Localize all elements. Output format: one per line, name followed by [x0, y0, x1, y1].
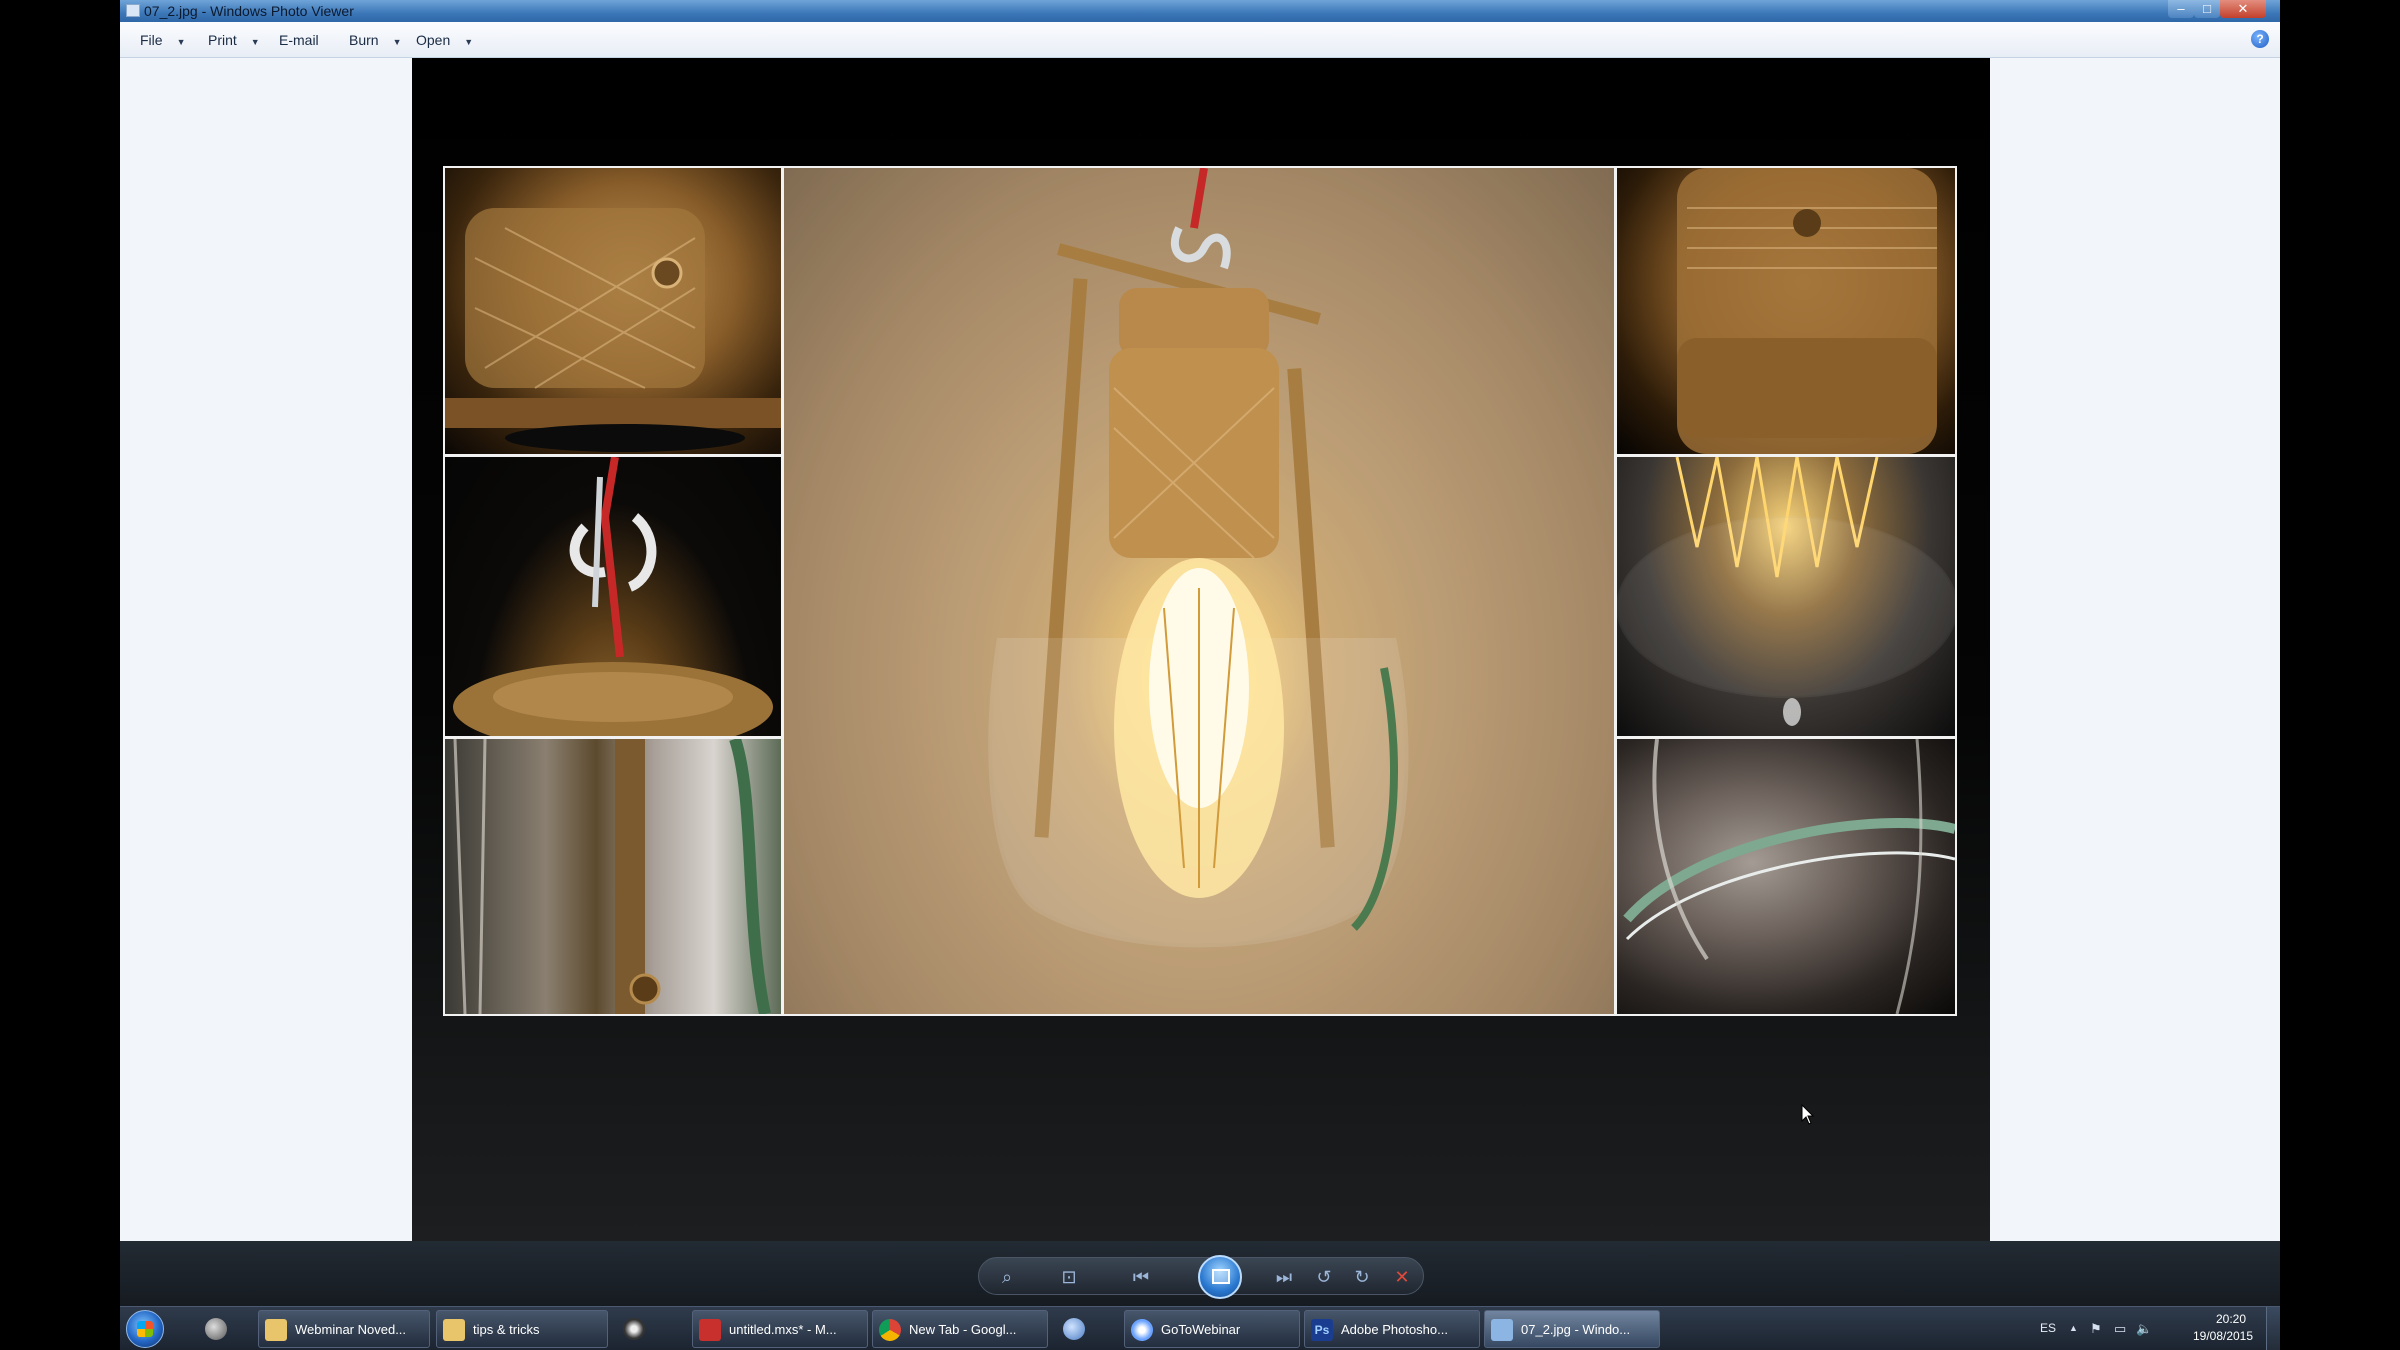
slideshow-icon	[1212, 1269, 1230, 1284]
minimize-button[interactable]: –	[2168, 0, 2194, 18]
language-indicator[interactable]: ES	[2040, 1321, 2056, 1335]
next-icon[interactable]: ⏭	[1272, 1265, 1296, 1289]
photo-viewer-window: 07_2.jpg - Windows Photo Viewer – □ ✕ Fi…	[120, 0, 2280, 1350]
photo-viewer-icon	[1491, 1319, 1513, 1341]
menu-open[interactable]: Open ▼	[416, 32, 473, 48]
taskbar-item-label: New Tab - Googl...	[909, 1322, 1017, 1337]
cable-hook-illustration	[453, 457, 773, 736]
window-title: 07_2.jpg - Windows Photo Viewer	[144, 3, 354, 19]
taskbar-pinned-app-2[interactable]	[612, 1310, 656, 1348]
taskbar-pinned-app[interactable]	[194, 1310, 238, 1348]
collage-main-pendant-lamp	[784, 168, 1614, 1014]
collage-tile-socket-top	[1617, 168, 1955, 454]
play-slideshow-button[interactable]	[1198, 1255, 1242, 1299]
chevron-down-icon: ▼	[392, 37, 402, 47]
chevron-down-icon: ▼	[464, 37, 474, 47]
menu-bar: File ▼ Print ▼ E-mail Burn ▼ Open ▼ ?	[120, 22, 2280, 58]
collage-tile-filament	[1617, 457, 1955, 736]
taskbar-item-webminar[interactable]: Webminar Noved...	[258, 1310, 430, 1348]
pinned-app-icon	[623, 1318, 645, 1340]
lamp-render-collage	[443, 166, 1957, 1016]
taskbar-item-gotowebinar[interactable]: GoToWebinar	[1124, 1310, 1300, 1348]
volume-icon[interactable]: 🔈	[2136, 1321, 2152, 1337]
photo-viewer-toolbar: ⌕ ⊡ ⏮ ⏭ ↺ ↻ ✕	[120, 1241, 2280, 1306]
collage-tile-cable-hook	[445, 457, 781, 736]
chevron-down-icon: ▼	[176, 37, 186, 47]
action-center-flag-icon[interactable]: ⚑	[2090, 1321, 2102, 1337]
menu-print-label: Print	[208, 32, 237, 48]
previous-icon[interactable]: ⏮	[1129, 1265, 1153, 1289]
actual-size-icon[interactable]: ⊡	[1057, 1265, 1081, 1289]
folder-icon	[265, 1319, 287, 1341]
3dsmax-icon	[699, 1319, 721, 1341]
pinned-app-icon	[205, 1318, 227, 1340]
taskbar-item-tips[interactable]: tips & tricks	[436, 1310, 608, 1348]
taskbar-item-photo-viewer[interactable]: 07_2.jpg - Windo...	[1484, 1310, 1660, 1348]
desktop-screen: 07_2.jpg - Windows Photo Viewer – □ ✕ Fi…	[0, 0, 2400, 1350]
chevron-down-icon: ▼	[250, 37, 260, 47]
taskbar-item-label: tips & tricks	[473, 1322, 540, 1337]
taskbar-item-label: GoToWebinar	[1161, 1322, 1241, 1337]
taskbar: Webminar Noved... tips & tricks untitled…	[120, 1306, 2280, 1350]
gotowebinar-icon	[1131, 1319, 1153, 1341]
collage-tile-glass-shade-detail	[445, 739, 781, 1014]
taskbar-item-label: Webminar Noved...	[295, 1322, 407, 1337]
title-bar[interactable]: 07_2.jpg - Windows Photo Viewer – □ ✕	[120, 0, 2280, 22]
glass-shade-detail-illustration	[453, 739, 771, 1014]
folder-icon	[443, 1319, 465, 1341]
menu-print[interactable]: Print ▼	[208, 32, 260, 48]
menu-file[interactable]: File ▼	[140, 32, 185, 48]
taskbar-item-label: untitled.mxs* - M...	[729, 1322, 837, 1337]
taskbar-item-label: Adobe Photosho...	[1341, 1322, 1448, 1337]
taskbar-item-photoshop[interactable]: Ps Adobe Photosho...	[1304, 1310, 1480, 1348]
network-icon[interactable]: ▭	[2114, 1321, 2126, 1337]
filament-illustration	[1617, 457, 1955, 726]
taskbar-item-chrome[interactable]: New Tab - Googl...	[872, 1310, 1048, 1348]
show-desktop-button[interactable]	[2266, 1307, 2280, 1350]
clock-date[interactable]: 19/08/2015	[2188, 1329, 2258, 1343]
photoshop-icon: Ps	[1311, 1319, 1333, 1341]
socket-top-illustration	[1677, 168, 1937, 454]
collage-tile-glass-rim	[1617, 739, 1955, 1014]
menu-email[interactable]: E-mail	[279, 32, 319, 48]
menu-file-label: File	[140, 32, 163, 48]
clock-time[interactable]: 20:20	[2204, 1312, 2258, 1326]
show-hidden-icons-icon[interactable]: ▲	[2069, 1323, 2078, 1333]
taskbar-item-label: 07_2.jpg - Windo...	[1521, 1322, 1631, 1337]
glass-rim-illustration	[1623, 739, 1955, 1014]
menu-burn[interactable]: Burn ▼	[349, 32, 402, 48]
photo-viewer-app-icon	[126, 4, 140, 17]
mouse-cursor-icon	[1801, 1104, 1815, 1125]
rotate-clockwise-icon[interactable]: ↻	[1350, 1265, 1374, 1289]
pinned-app-icon	[1063, 1318, 1085, 1340]
taskbar-pinned-app-3[interactable]	[1052, 1310, 1096, 1348]
zoom-icon[interactable]: ⌕	[995, 1265, 1019, 1289]
chrome-icon	[879, 1319, 901, 1341]
menu-open-label: Open	[416, 32, 451, 48]
playback-controls: ⌕ ⊡ ⏮ ⏭ ↺ ↻ ✕	[978, 1255, 1424, 1299]
socket-knurl-illustration	[445, 208, 781, 452]
collage-tile-socket-knurl	[445, 168, 781, 454]
delete-icon[interactable]: ✕	[1390, 1265, 1414, 1289]
start-button[interactable]	[126, 1310, 164, 1348]
pendant-lamp-illustration	[784, 168, 1614, 1014]
taskbar-item-3dsmax[interactable]: untitled.mxs* - M...	[692, 1310, 868, 1348]
menu-burn-label: Burn	[349, 32, 379, 48]
help-icon[interactable]: ?	[2251, 30, 2269, 48]
close-button[interactable]: ✕	[2220, 0, 2266, 18]
rotate-counterclockwise-icon[interactable]: ↺	[1312, 1265, 1336, 1289]
maximize-button[interactable]: □	[2194, 0, 2220, 18]
